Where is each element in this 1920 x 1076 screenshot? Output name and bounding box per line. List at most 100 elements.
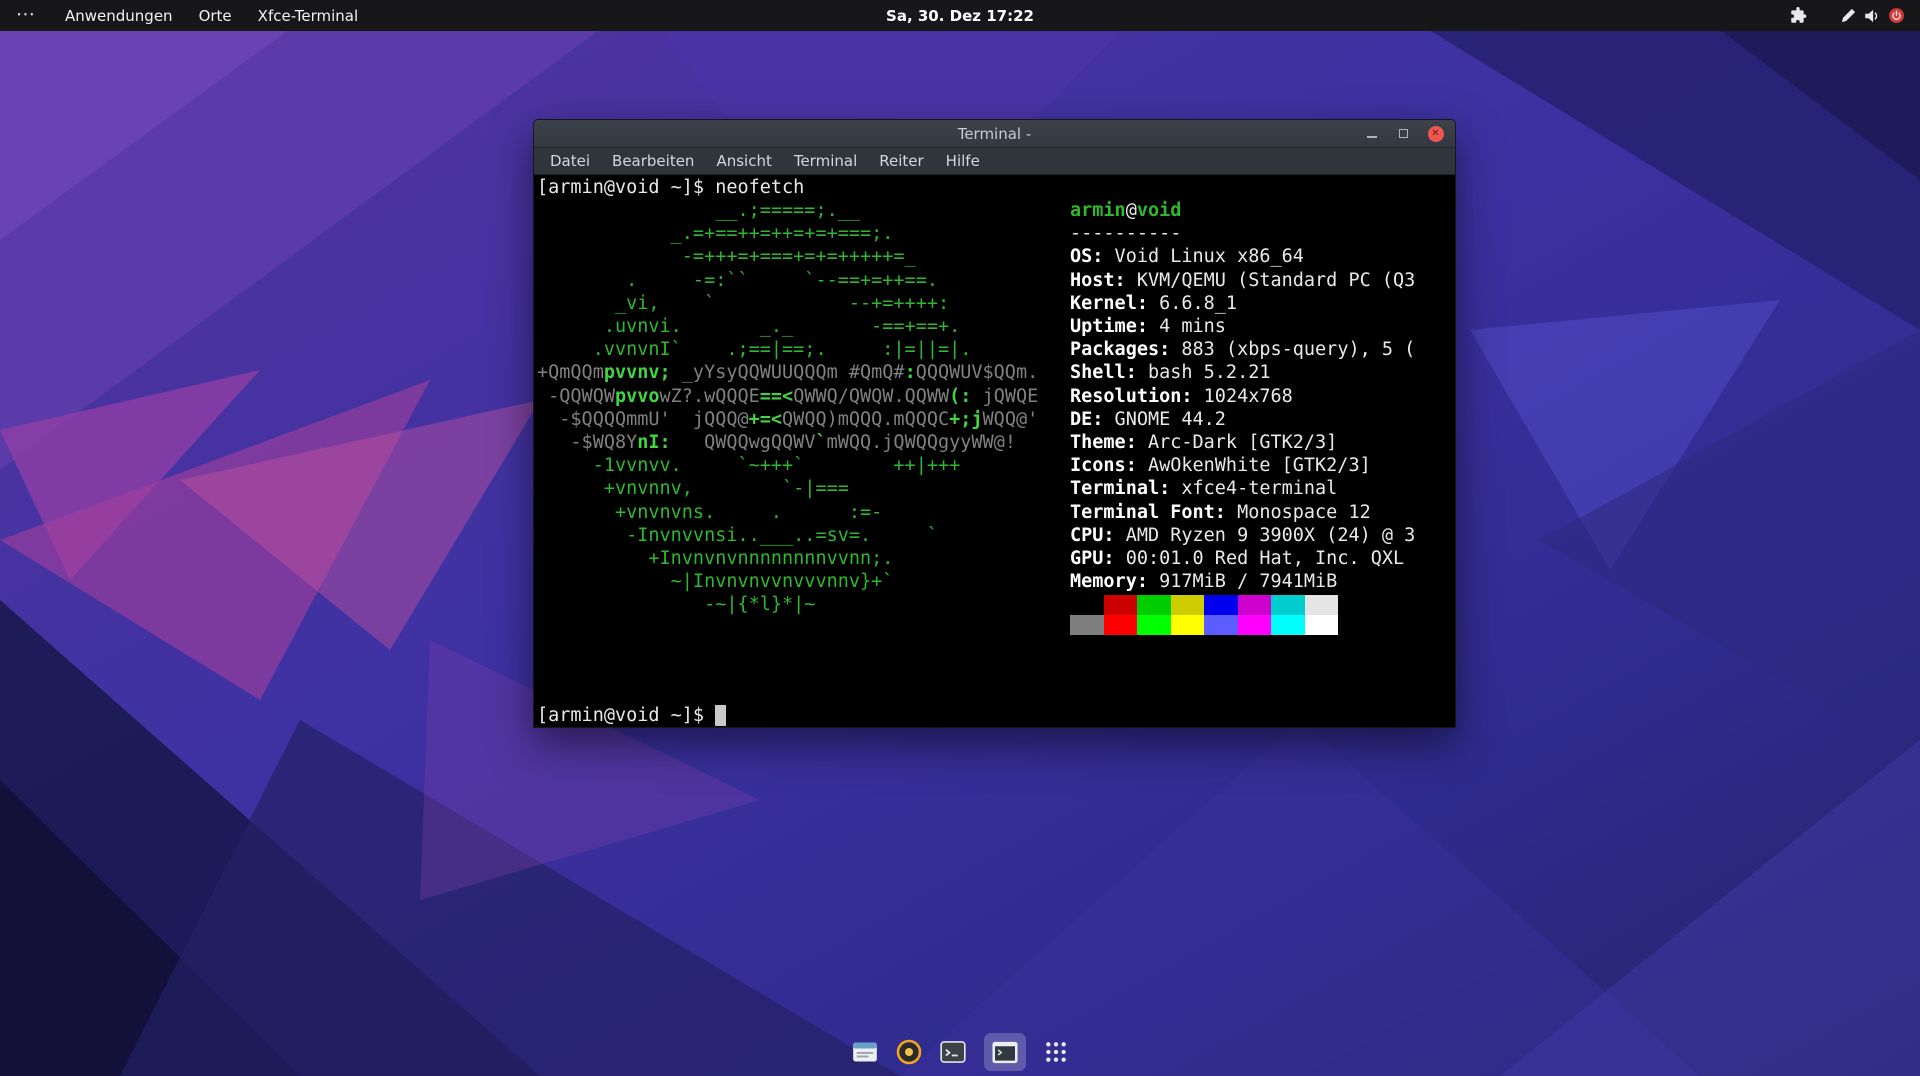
window-app-icon[interactable]: [852, 1040, 878, 1064]
neofetch-info-line: Icons: AwOkenWhite [GTK2/3]: [1070, 454, 1415, 477]
window-controls: ✕: [1363, 125, 1455, 142]
ascii-line: __.;=====;.__: [537, 199, 1038, 222]
neofetch-info-line: Uptime: 4 mins: [1070, 315, 1415, 338]
neofetch-user: armin: [1070, 200, 1126, 221]
panel-overflow-icon[interactable]: ⋯: [0, 3, 52, 29]
terminal-screen[interactable]: [armin@void ~]$ neofetch __.;=====;.__ _…: [534, 175, 1455, 727]
terminal-prompt-line: [armin@void ~]$ neofetch: [537, 176, 804, 199]
color-swatch: [1204, 615, 1238, 635]
close-button[interactable]: ✕: [1427, 125, 1444, 142]
color-swatch: [1171, 595, 1205, 615]
ascii-line: +vnvnnv, `-|===: [537, 477, 1038, 500]
color-swatch: [1271, 595, 1305, 615]
color-swatch: [1104, 615, 1138, 635]
color-swatch: [1070, 595, 1104, 615]
color-swatch: [1204, 595, 1238, 615]
power-icon[interactable]: [1884, 0, 1908, 31]
panel-menu: AnwendungenOrteXfce-Terminal: [52, 0, 371, 31]
neofetch-info-line: Memory: 917MiB / 7941MiB: [1070, 570, 1415, 593]
minimize-button[interactable]: [1363, 125, 1380, 142]
menu-item-ansicht[interactable]: Ansicht: [705, 148, 782, 174]
color-swatch: [1238, 595, 1272, 615]
media-player-icon[interactable]: [896, 1039, 922, 1065]
neofetch-info-line: Terminal: xfce4-terminal: [1070, 477, 1415, 500]
window-menubar: DateiBearbeitenAnsichtTerminalReiterHilf…: [534, 148, 1455, 175]
neofetch-info-line: Packages: 883 (xbps-query), 5 (: [1070, 338, 1415, 361]
neofetch-info-line: GPU: 00:01.0 Red Hat, Inc. QXL: [1070, 547, 1415, 570]
menu-item-datei[interactable]: Datei: [539, 148, 601, 174]
titlebar[interactable]: Terminal - ✕: [534, 120, 1455, 148]
ascii-line: .uvnvi. _._ -==+==+.: [537, 315, 1038, 338]
show-apps-icon[interactable]: [1044, 1040, 1068, 1064]
neofetch-info-panel: armin@void ---------- OS: Void Linux x86…: [1070, 199, 1415, 635]
ascii-line: ~|Invnvnvvnvvvnnv}+`: [537, 570, 1038, 593]
panel-item-orte[interactable]: Orte: [186, 0, 245, 31]
plugin-icon[interactable]: [1786, 0, 1810, 31]
shell-command: neofetch: [715, 177, 804, 198]
ascii-line: _.=+==++=++=+=+===;.: [537, 222, 1038, 245]
restore-button[interactable]: [1395, 125, 1412, 142]
panel-item-xfce-terminal[interactable]: Xfce-Terminal: [245, 0, 371, 31]
menu-item-reiter[interactable]: Reiter: [868, 148, 934, 174]
neofetch-info-line: Kernel: 6.6.8_1: [1070, 292, 1415, 315]
neofetch-ascii-logo: __.;=====;.__ _.=+==++=++=+=+===;. -=+++…: [537, 199, 1038, 617]
ascii-line: . -=:`` `--==+=++==.: [537, 269, 1038, 292]
neofetch-info-line: Terminal Font: Monospace 12: [1070, 501, 1415, 524]
panel-tray: [1786, 0, 1920, 31]
palette-row-normal: [1070, 595, 1415, 615]
ascii-line: -$WQ8YnI: QWQQwgQQWV`mWQQ.jQWQQgyyWW@!: [537, 431, 1038, 454]
color-swatch: [1171, 615, 1205, 635]
neofetch-at: @: [1126, 200, 1137, 221]
panel-item-anwendungen[interactable]: Anwendungen: [52, 0, 186, 31]
neofetch-info-line: CPU: AMD Ryzen 9 3900X (24) @ 3: [1070, 524, 1415, 547]
menu-item-terminal[interactable]: Terminal: [783, 148, 868, 174]
color-swatch: [1104, 595, 1138, 615]
color-swatch: [1238, 615, 1272, 635]
terminal-window: Terminal - ✕ DateiBearbeitenAnsichtTermi…: [533, 119, 1456, 728]
color-swatch: [1070, 615, 1104, 635]
minimize-icon: [1367, 136, 1377, 138]
ascii-line: _vi, ` --+=++++:: [537, 292, 1038, 315]
volume-icon[interactable]: [1860, 0, 1884, 31]
neofetch-info-line: DE: GNOME 44.2: [1070, 408, 1415, 431]
ascii-line: -1vvnvv. `~+++` ++|+++: [537, 454, 1038, 477]
neofetch-info-line: Resolution: 1024x768: [1070, 385, 1415, 408]
restore-icon: [1399, 129, 1408, 138]
terminal-cursor: [715, 705, 726, 726]
terminal-current-prompt: [armin@void ~]$: [537, 704, 726, 727]
color-swatch: [1137, 595, 1171, 615]
neofetch-info-line: Shell: bash 5.2.21: [1070, 361, 1415, 384]
active-app-highlight: [984, 1033, 1026, 1071]
window-title: Terminal -: [534, 125, 1455, 143]
color-swatch: [1271, 615, 1305, 635]
shell-prompt: [armin@void ~]$: [537, 177, 715, 198]
shell-prompt: [armin@void ~]$: [537, 705, 715, 726]
terminal-color-palette: [1070, 595, 1415, 635]
ascii-line: +QmQQmpvvnv; _yYsyQQWUUQQQm #QmQ#:QQQWUV…: [537, 361, 1038, 384]
neofetch-info-line: Theme: Arc-Dark [GTK2/3]: [1070, 431, 1415, 454]
ascii-line: +vnvnvns. . :=-: [537, 501, 1038, 524]
terminal-active-app-icon[interactable]: [984, 1033, 1026, 1071]
panel-clock[interactable]: Sa, 30. Dez 17:22: [886, 7, 1034, 25]
ascii-line: -Invnvvnsi..___..=sv=. `: [537, 524, 1038, 547]
color-swatch: [1305, 595, 1339, 615]
ascii-line: -=+++=+===+=+=+++++=_: [537, 245, 1038, 268]
pencil-icon[interactable]: [1836, 0, 1860, 31]
terminal-app-icon[interactable]: [940, 1040, 966, 1064]
ascii-line: -~|{*l}*|~: [537, 593, 1038, 616]
neofetch-info-lines: OS: Void Linux x86_64Host: KVM/QEMU (Sta…: [1070, 245, 1415, 593]
ascii-line: -QQWQWpvvowZ?.wQQQE==<QWWQ/QWQW.QQWW(: j…: [537, 385, 1038, 408]
bottom-dock: [852, 1033, 1068, 1071]
menu-item-bearbeiten[interactable]: Bearbeiten: [601, 148, 705, 174]
palette-row-bright: [1070, 615, 1415, 635]
menu-item-hilfe[interactable]: Hilfe: [935, 148, 991, 174]
neofetch-host: void: [1137, 200, 1182, 221]
color-swatch: [1305, 615, 1339, 635]
neofetch-title: armin@void: [1070, 199, 1415, 222]
ascii-line: -$QQQQmmU' jQQQ@+=<QWQQ)mQQQ.mQQQC+;jWQQ…: [537, 408, 1038, 431]
neofetch-info-line: Host: KVM/QEMU (Standard PC (Q3: [1070, 269, 1415, 292]
ascii-line: .vvnvnI` .;==|==;. :|=||=|.: [537, 338, 1038, 361]
close-icon: ✕: [1428, 126, 1444, 142]
neofetch-info-line: OS: Void Linux x86_64: [1070, 245, 1415, 268]
color-swatch: [1137, 615, 1171, 635]
